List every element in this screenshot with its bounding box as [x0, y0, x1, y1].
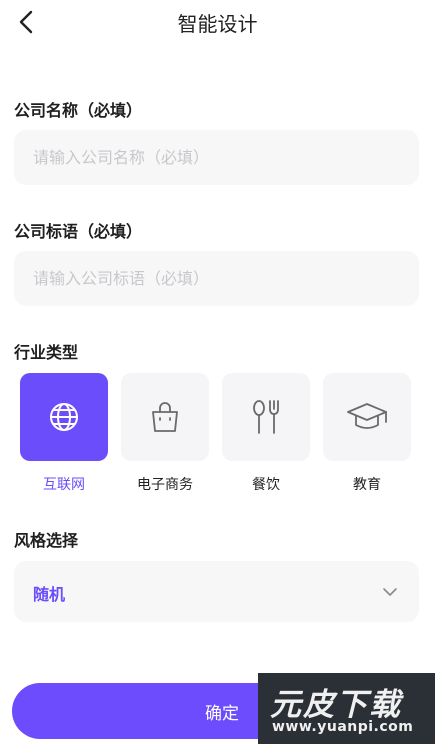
industry-option-education[interactable] — [323, 373, 411, 461]
industry-option-label: 电子商务 — [137, 477, 193, 493]
company-name-label: 公司名称（必填） — [14, 101, 143, 120]
industry-option-label: 教育 — [353, 477, 381, 493]
globe-icon — [50, 403, 78, 431]
confirm-button[interactable]: 确定 — [12, 683, 432, 739]
industry-option-catering[interactable] — [222, 373, 310, 461]
style-label: 风格选择 — [14, 531, 79, 550]
graduation-cap-icon — [347, 403, 387, 429]
industry-option-ecommerce[interactable] — [121, 373, 209, 461]
spoon-fork-icon — [253, 400, 279, 434]
company-name-input[interactable] — [14, 130, 419, 185]
shopping-bag-icon — [152, 402, 178, 432]
header: 智能设计 — [0, 0, 435, 46]
style-select-value: 随机 — [33, 585, 66, 604]
company-slogan-input[interactable] — [14, 251, 419, 306]
company-slogan-label: 公司标语（必填） — [14, 222, 143, 241]
industry-label: 行业类型 — [14, 343, 79, 362]
industry-option-internet[interactable] — [20, 373, 108, 461]
industry-option-label: 互联网 — [43, 477, 85, 493]
chevron-down-icon — [383, 588, 397, 596]
style-select[interactable]: 随机 — [14, 561, 419, 622]
page-title: 智能设计 — [177, 12, 258, 36]
industry-option-label: 餐饮 — [252, 477, 280, 493]
